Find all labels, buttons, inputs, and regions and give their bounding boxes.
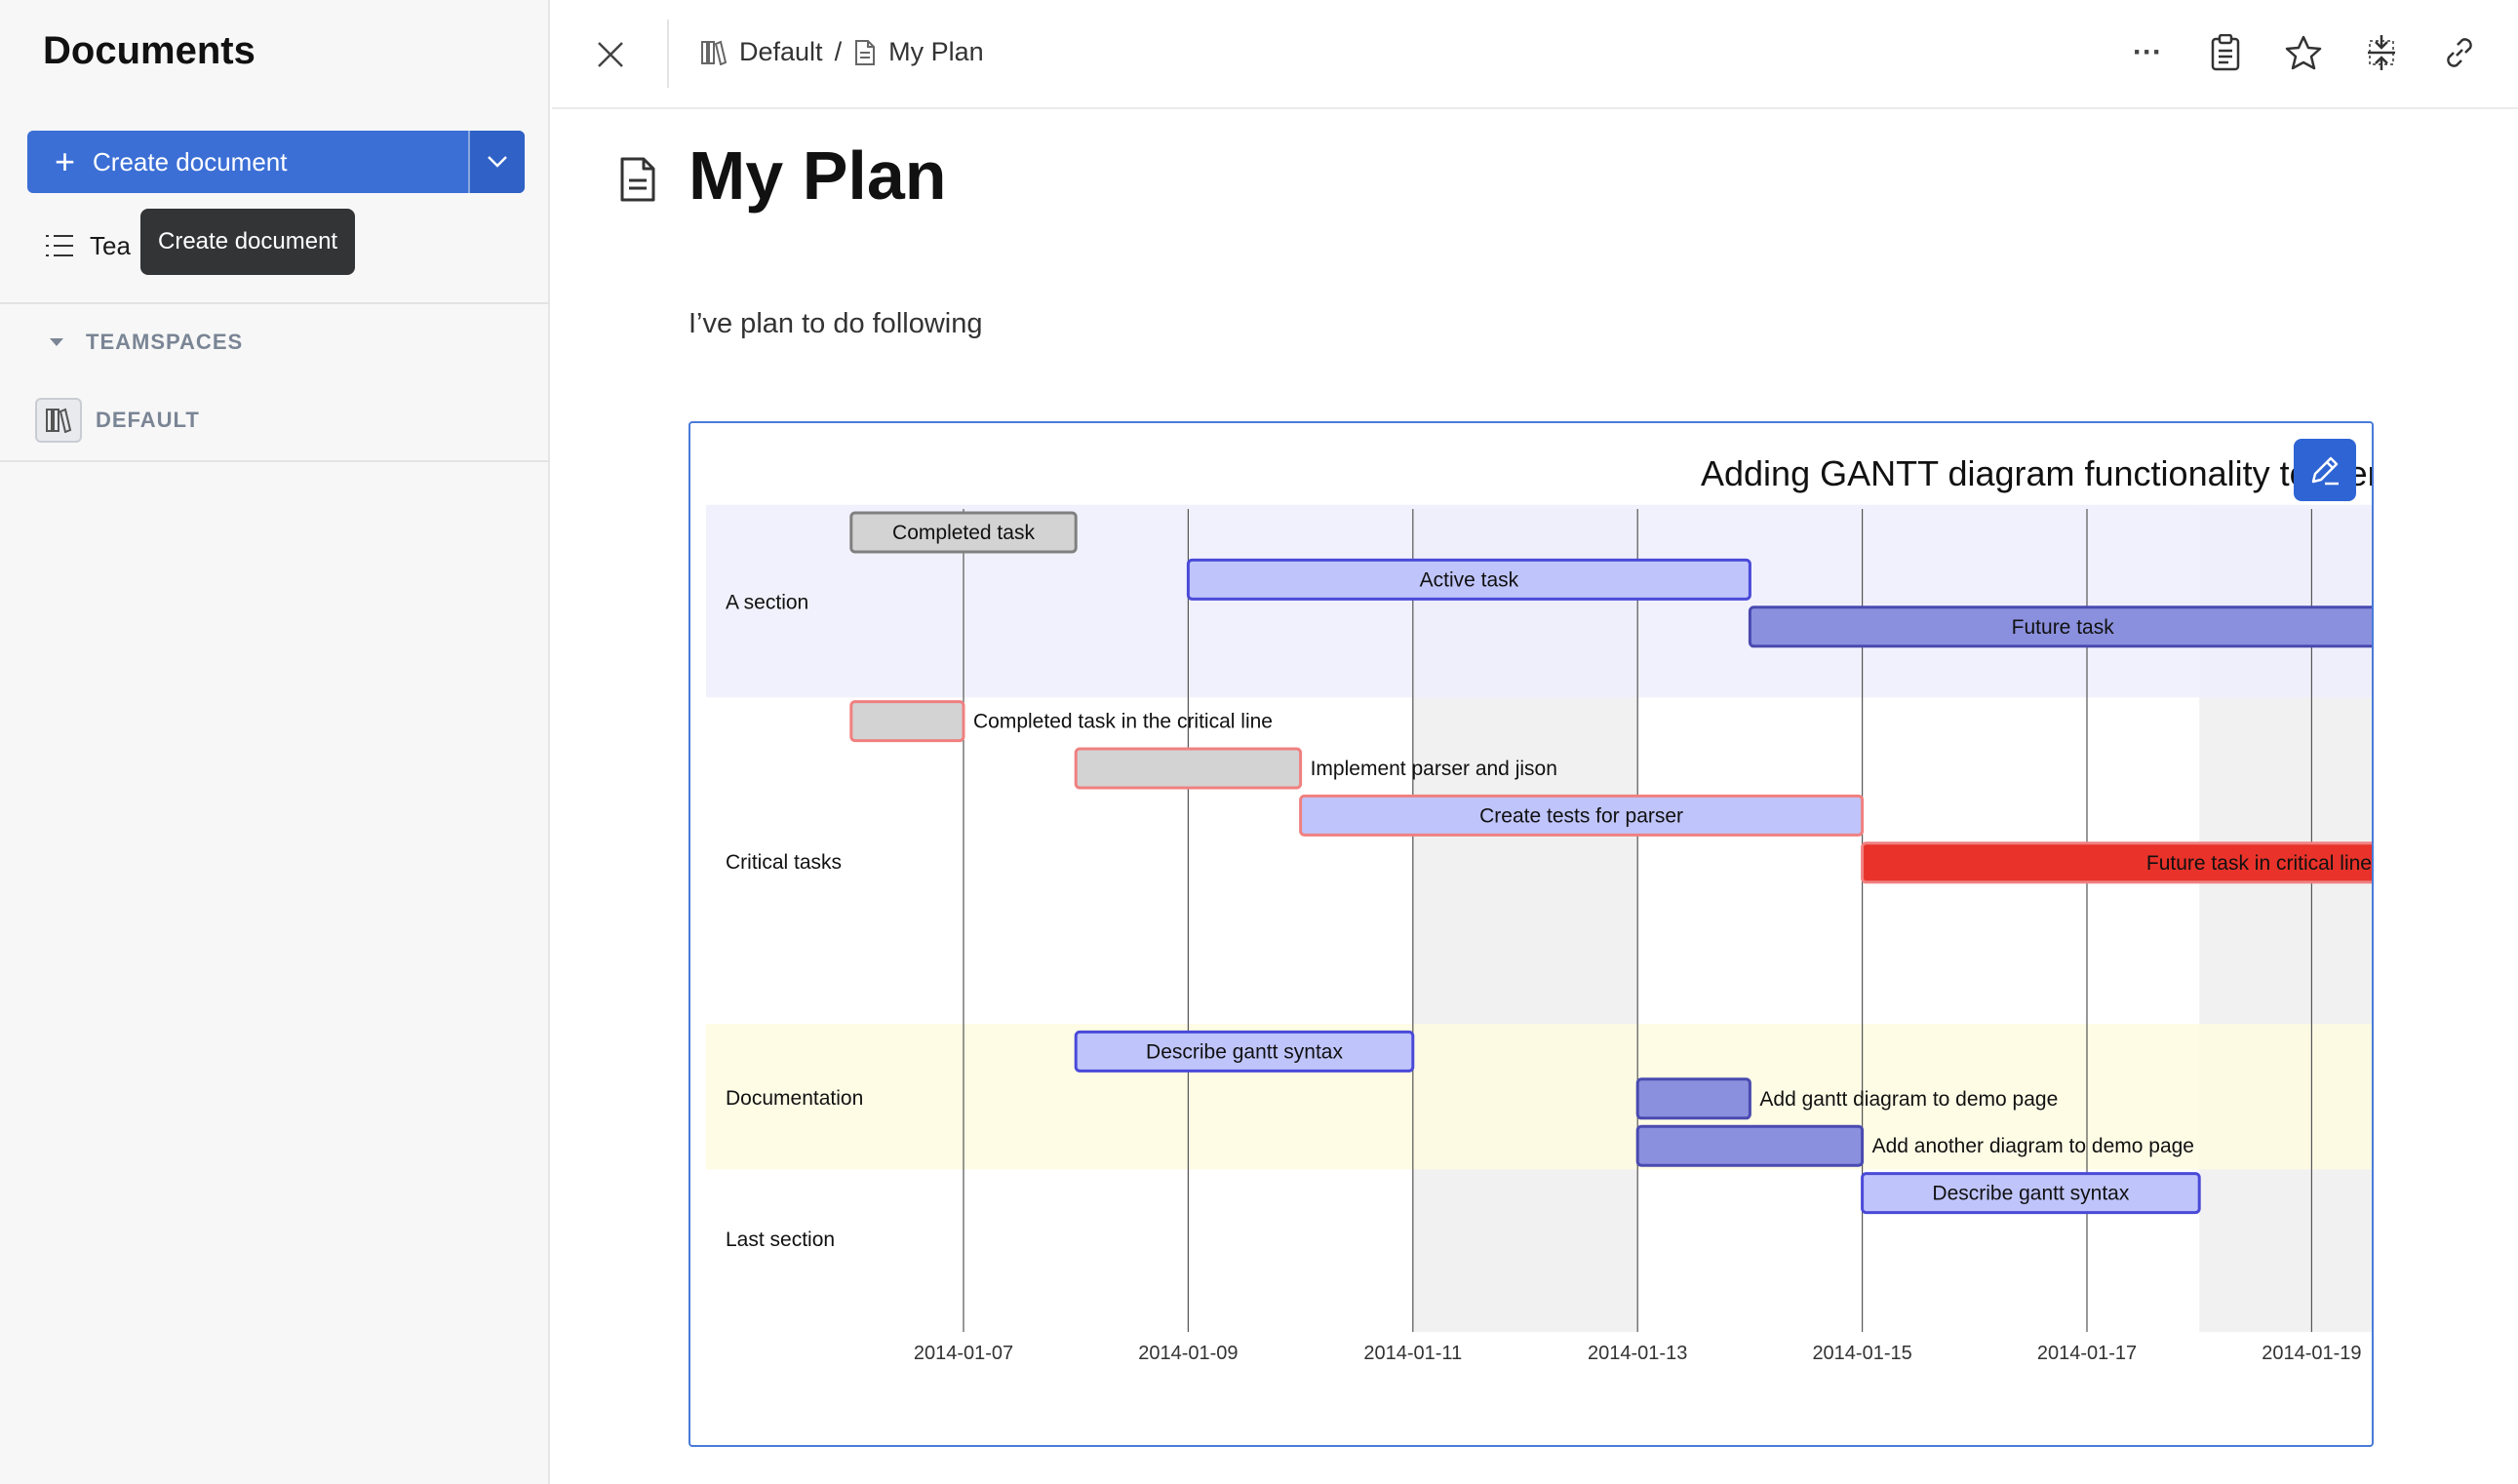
library-icon xyxy=(35,398,82,443)
task-label: Active task xyxy=(1420,568,1519,591)
header-divider xyxy=(667,20,669,88)
task-label: Future task in critical line xyxy=(2146,852,2372,875)
task-label: Add gantt diagram to demo page xyxy=(1759,1088,2058,1111)
document-icon xyxy=(855,39,876,65)
task-label: Create tests for parser xyxy=(1479,804,1683,827)
x-tick-label: 2014-01-11 xyxy=(1363,1343,1462,1364)
x-tick-label: 2014-01-09 xyxy=(1138,1343,1238,1364)
task-bar xyxy=(1074,747,1303,790)
breadcrumb-document[interactable]: My Plan xyxy=(888,37,984,67)
sidebar: Documents + Create document Tea Create d… xyxy=(0,0,550,1484)
breadcrumb-space[interactable]: Default xyxy=(739,37,823,67)
library-icon xyxy=(701,40,728,65)
create-document-dropdown[interactable] xyxy=(468,131,525,193)
section-label: Last section xyxy=(726,1229,835,1251)
x-tick-label: 2014-01-07 xyxy=(914,1343,1013,1364)
x-tick-label: 2014-01-15 xyxy=(1812,1343,1911,1364)
header-actions: ··· xyxy=(2128,33,2479,72)
create-document-button-group: + Create document xyxy=(27,131,525,193)
teamspace-name: DEFAULT xyxy=(96,408,200,432)
task-bar xyxy=(849,700,965,743)
edit-diagram-button[interactable] xyxy=(2294,439,2356,501)
task-label: Describe gantt syntax xyxy=(1932,1183,2129,1205)
sidebar-item-templates[interactable]: Tea xyxy=(45,226,131,265)
create-document-button[interactable]: + Create document xyxy=(27,131,468,193)
breadcrumb: Default / My Plan xyxy=(700,37,984,67)
list-icon xyxy=(46,235,73,256)
close-icon xyxy=(598,42,623,67)
close-button[interactable] xyxy=(591,35,630,74)
document-header: Default / My Plan ··· xyxy=(552,0,2518,109)
teamspace-item-default[interactable]: DEFAULT xyxy=(35,398,200,443)
document-title[interactable]: My Plan xyxy=(689,137,947,215)
gantt-chart: A section Critical tasks Documentation Last… xyxy=(706,453,2374,1364)
more-button[interactable]: ··· xyxy=(2128,33,2167,72)
clipboard-button[interactable] xyxy=(2206,33,2245,72)
star-button[interactable] xyxy=(2284,33,2323,72)
collapse-button[interactable] xyxy=(2362,33,2401,72)
create-document-label: Create document xyxy=(93,146,288,176)
task-label: Completed task in the critical line xyxy=(973,711,1273,733)
sidebar-item-templates-label: Tea xyxy=(90,230,131,260)
copy-link-button[interactable] xyxy=(2440,33,2479,72)
chart-title: Adding GANTT diagram functionality to me… xyxy=(1701,453,2374,493)
sidebar-divider xyxy=(0,302,550,304)
clipboard-icon xyxy=(2211,34,2240,71)
caret-down-icon xyxy=(50,338,63,346)
plus-icon: + xyxy=(55,141,76,181)
chevron-down-icon xyxy=(488,156,507,168)
section-label: Critical tasks xyxy=(726,851,842,874)
task-label: Implement parser and jison xyxy=(1311,758,1557,780)
x-tick-label: 2014-01-17 xyxy=(2037,1343,2137,1364)
x-tick-label: 2014-01-19 xyxy=(2262,1343,2361,1364)
tooltip: Create document xyxy=(140,209,356,275)
task-bar xyxy=(1635,1124,1865,1167)
sidebar-title: Documents xyxy=(43,29,256,72)
more-icon: ··· xyxy=(2133,36,2162,68)
section-label: Documentation xyxy=(726,1087,863,1110)
edit-icon xyxy=(2311,456,2339,486)
document-icon xyxy=(620,157,655,202)
teamspaces-label: TEAMSPACES xyxy=(86,330,244,354)
collapse-icon xyxy=(2368,35,2395,70)
x-tick-label: 2014-01-13 xyxy=(1588,1343,1687,1364)
document-paragraph[interactable]: I’ve plan to do following xyxy=(689,308,982,340)
breadcrumb-separator: / xyxy=(834,37,843,66)
task-label: Completed task xyxy=(892,522,1035,544)
task-label: Describe gantt syntax xyxy=(1146,1040,1343,1063)
star-icon xyxy=(2285,35,2322,70)
link-icon xyxy=(2447,38,2472,67)
section-label: A section xyxy=(726,592,808,614)
teamspaces-header[interactable]: TEAMSPACES xyxy=(49,330,243,355)
gantt-diagram[interactable]: A section Critical tasks Documentation Last… xyxy=(689,421,2374,1447)
task-bar xyxy=(1635,1077,1751,1120)
task-label: Add another diagram to demo page xyxy=(1872,1135,2194,1157)
sidebar-divider xyxy=(0,460,550,462)
task-label: Future task xyxy=(2012,616,2115,639)
